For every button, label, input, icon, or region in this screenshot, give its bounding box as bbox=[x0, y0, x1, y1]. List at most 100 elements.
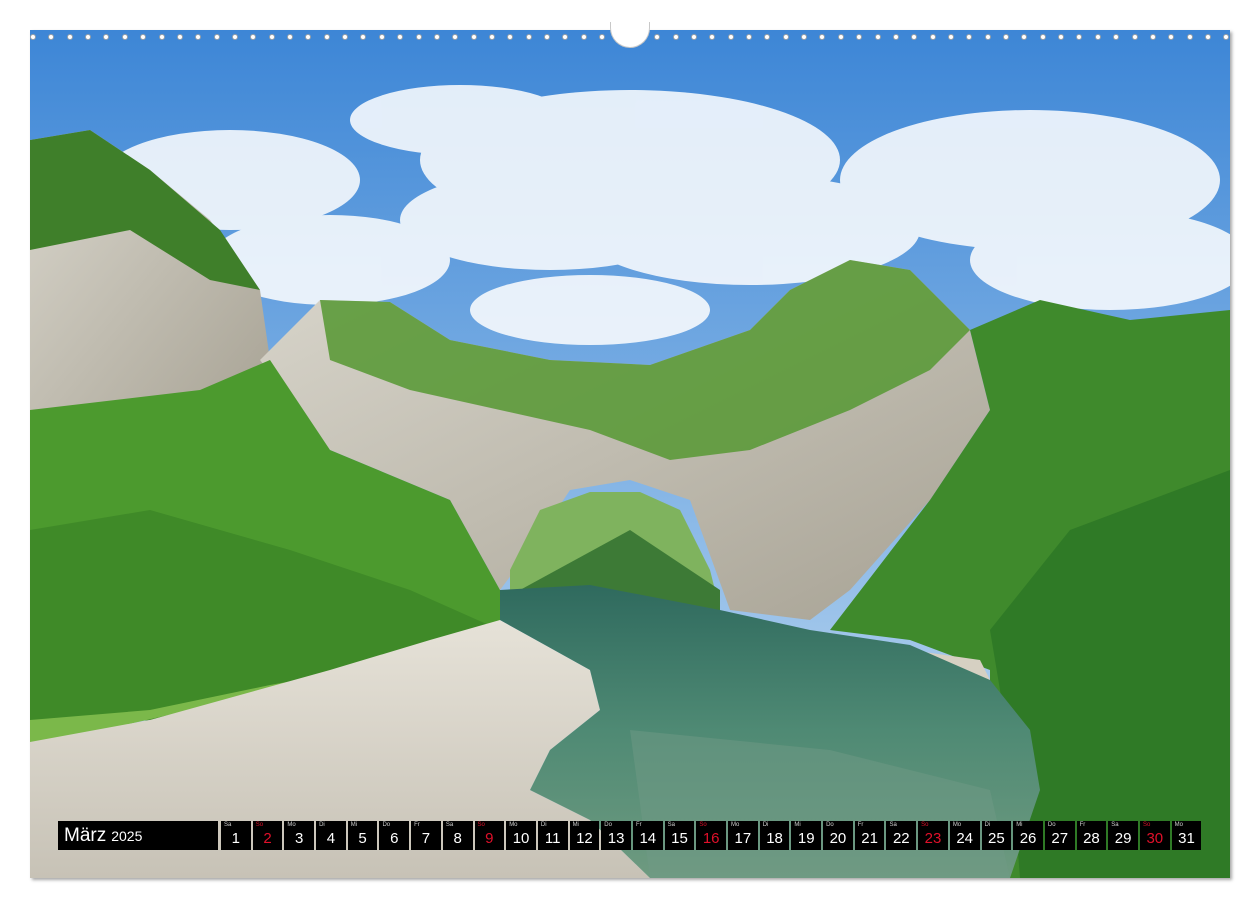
day-cell: Sa 1 bbox=[221, 821, 251, 850]
weekday-label: Mi bbox=[794, 822, 801, 828]
day-number: 10 bbox=[512, 830, 530, 847]
weekday-label: Mi bbox=[1016, 822, 1023, 828]
day-cell: So 30 bbox=[1139, 821, 1170, 850]
day-cell: Mo 3 bbox=[284, 821, 315, 850]
day-cell: So 9 bbox=[474, 821, 505, 850]
binding-hole bbox=[1131, 34, 1138, 40]
binding-hole bbox=[746, 34, 753, 40]
weekday-label: Di bbox=[984, 822, 991, 828]
binding-hole bbox=[782, 34, 789, 40]
day-cell: Do 20 bbox=[823, 821, 853, 850]
binding-hole bbox=[654, 34, 661, 40]
binding-hole bbox=[452, 34, 459, 40]
day-cell: Mo 17 bbox=[728, 821, 758, 850]
weekday-label: Mo bbox=[1174, 822, 1183, 828]
binding-hole bbox=[140, 34, 147, 40]
day-cell: Mo 24 bbox=[949, 821, 980, 850]
binding-hole bbox=[250, 34, 257, 40]
weekday-label: Sa bbox=[445, 822, 454, 828]
day-number: 12 bbox=[576, 830, 593, 847]
weekday-label: So bbox=[477, 822, 485, 828]
binding-hole bbox=[48, 34, 55, 40]
binding-hole bbox=[305, 34, 312, 40]
weekday-label: Mo bbox=[952, 822, 962, 828]
binding-hole bbox=[1058, 34, 1065, 40]
day-number: 9 bbox=[485, 830, 494, 847]
weekday-label: Di bbox=[762, 822, 769, 828]
binding-hole bbox=[85, 34, 92, 40]
binding-hole bbox=[801, 34, 808, 40]
binding-hole bbox=[764, 34, 771, 40]
day-cell: Di 11 bbox=[537, 821, 568, 850]
binding-hole bbox=[1186, 34, 1193, 40]
binding-hole bbox=[819, 34, 826, 40]
day-cell: Mi 26 bbox=[1013, 821, 1043, 850]
binding-hole bbox=[323, 34, 330, 40]
binding-hole bbox=[984, 34, 991, 40]
day-cell: Do 6 bbox=[379, 821, 410, 850]
binding-hole bbox=[544, 34, 551, 40]
binding-hole bbox=[378, 34, 385, 40]
day-number: 31 bbox=[1178, 830, 1195, 847]
day-number: 24 bbox=[956, 830, 973, 847]
binding-hole bbox=[856, 34, 863, 40]
binding-hole bbox=[415, 34, 422, 40]
day-number: 7 bbox=[421, 830, 431, 847]
day-number: 5 bbox=[358, 830, 367, 847]
binding-hole bbox=[911, 34, 918, 40]
day-cell: Do 13 bbox=[601, 821, 631, 850]
day-number: 6 bbox=[390, 830, 399, 847]
binding-hole bbox=[470, 34, 477, 40]
weekday-label: Mi bbox=[350, 822, 358, 828]
binding-hole bbox=[397, 34, 404, 40]
binding-hole bbox=[1168, 34, 1175, 40]
day-cell: Mi 19 bbox=[791, 821, 822, 850]
binding-hole bbox=[580, 34, 587, 40]
binding-hole bbox=[874, 34, 881, 40]
day-cell: So 23 bbox=[918, 821, 948, 850]
weekday-label: Do bbox=[382, 822, 391, 828]
weekday-label: Fr bbox=[1079, 822, 1086, 828]
binding-hole bbox=[892, 34, 899, 40]
weekday-label: Di bbox=[319, 822, 325, 828]
calendar-page: März 2025 Sa 1 So 2 Mo 3 Di 4 Mi 5 Do 6 Fr 7 Sa 8 So 9 Mo 1… bbox=[0, 0, 1260, 908]
day-number: 18 bbox=[766, 830, 783, 847]
day-cell: Fr 14 bbox=[632, 821, 663, 850]
binding-hole bbox=[213, 34, 220, 40]
day-number: 20 bbox=[829, 830, 847, 847]
weekday-label: Di bbox=[540, 822, 547, 828]
binding-hole bbox=[837, 34, 844, 40]
day-cell: Mi 12 bbox=[569, 821, 600, 850]
binding-hole bbox=[947, 34, 954, 40]
weekday-label: Do bbox=[1047, 822, 1056, 828]
weekday-label: So bbox=[1142, 822, 1151, 828]
binding-hole bbox=[525, 34, 532, 40]
day-number: 21 bbox=[861, 830, 878, 847]
binding-hole bbox=[1113, 34, 1120, 40]
binding-hole bbox=[195, 34, 202, 40]
weekday-label: So bbox=[699, 822, 707, 828]
day-number: 27 bbox=[1051, 830, 1069, 847]
day-number: 3 bbox=[295, 830, 304, 847]
day-cell: Sa 22 bbox=[886, 821, 917, 850]
binding-hole bbox=[30, 34, 36, 40]
binding-hole bbox=[488, 34, 495, 40]
weekday-label: Mo bbox=[509, 822, 518, 828]
day-number: 29 bbox=[1114, 830, 1132, 847]
weekday-label: Mi bbox=[572, 822, 579, 828]
binding-hole bbox=[562, 34, 569, 40]
weekday-label: So bbox=[921, 822, 929, 828]
binding-hole bbox=[1205, 34, 1211, 40]
day-number: 28 bbox=[1083, 830, 1100, 847]
weekday-label: Sa bbox=[889, 822, 897, 828]
day-cell: Mi 5 bbox=[347, 821, 378, 850]
binding-hole bbox=[158, 34, 165, 40]
weekday-label: Mo bbox=[731, 822, 740, 828]
binding-hole bbox=[231, 34, 238, 40]
day-number: 16 bbox=[702, 830, 720, 847]
day-number: 2 bbox=[263, 830, 272, 847]
month-name: März bbox=[64, 824, 107, 846]
day-cells: Sa 1 So 2 Mo 3 Di 4 Mi 5 Do 6 Fr 7 Sa 8 So 9 Mo 10 Di 11 Mi 12 D… bbox=[221, 821, 1202, 850]
day-number: 19 bbox=[797, 830, 815, 847]
binding-hole bbox=[966, 34, 973, 40]
